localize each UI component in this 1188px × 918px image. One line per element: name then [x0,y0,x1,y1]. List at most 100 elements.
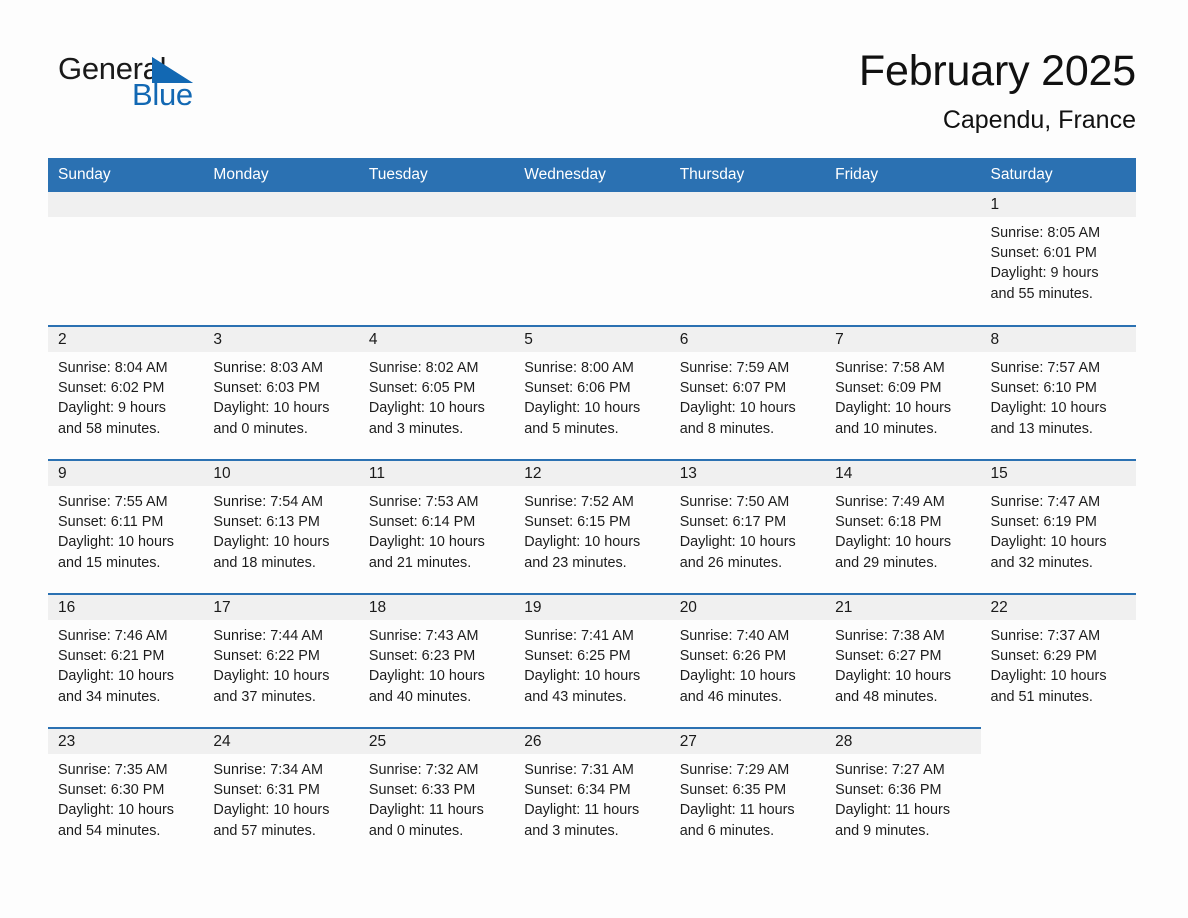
detail-daylight-line1: Daylight: 10 hours [835,400,952,417]
calendar-day-cell[interactable]: 28 Sunrise: 7:27 AM Sunset: 6:36 PM Dayligh… [825,727,981,862]
calendar-cell-empty [48,192,204,326]
calendar-day-cell[interactable]: 11 Sunrise: 7:53 AM Sunset: 6:14 PM Dayligh… [358,459,515,594]
weekday-header-saturday: Saturday [980,158,1136,192]
detail-daylight-line2: and 51 minutes. [990,688,1093,705]
calendar-day-cell[interactable]: 12 Sunrise: 7:52 AM Sunset: 6:15 PM Dayligh… [514,459,670,594]
detail-daylight-line2: and 40 minutes. [368,688,472,705]
calendar-day-cell[interactable]: 27 Sunrise: 7:29 AM Sunset: 6:35 PM Dayligh… [669,727,826,862]
day-number: 23 [48,729,204,754]
calendar-week-row: 23 Sunrise: 7:35 AM Sunset: 6:30 PM Dayligh… [48,727,1136,862]
calendar-day-cell[interactable]: 6 Sunrise: 7:59 AM Sunset: 6:07 PM Daylight… [669,325,826,460]
calendar-day-cell[interactable]: 22 Sunrise: 7:37 AM Sunset: 6:29 PM Dayligh… [980,593,1136,728]
detail-daylight-line2: and 0 minutes. [213,420,308,437]
calendar-day-cell[interactable]: 13 Sunrise: 7:50 AM Sunset: 6:17 PM Dayligh… [669,459,826,594]
day-cell-inner [669,192,826,325]
calendar-body: 1 Sunrise: 8:05 AM Sunset: 6:01 PM Daylight… [48,192,1136,862]
calendar-week-row: 2 Sunrise: 8:04 AM Sunset: 6:02 PM Daylight… [48,325,1136,460]
detail-sunrise: Sunrise: 8:00 AM [524,360,634,376]
detail-daylight-line1: Daylight: 10 hours [990,534,1107,551]
calendar-header-row: Sunday Monday Tuesday Wednesday Thursday… [48,158,1136,192]
detail-sunset: Sunset: 6:25 PM [524,648,631,665]
calendar-day-cell[interactable]: 5 Sunrise: 8:00 AM Sunset: 6:06 PM Daylight… [514,325,670,460]
calendar-day-cell[interactable]: 24 Sunrise: 7:34 AM Sunset: 6:31 PM Dayligh… [203,727,359,862]
detail-daylight-line2: and 58 minutes. [58,420,161,437]
day-details: Sunrise: 7:46 AM Sunset: 6:21 PM Daylight:… [48,620,203,707]
detail-sunset: Sunset: 6:06 PM [524,380,631,397]
weekday-header-monday: Monday [203,158,359,192]
detail-daylight-line1: Daylight: 10 hours [679,400,796,417]
calendar-day-cell[interactable]: 14 Sunrise: 7:49 AM Sunset: 6:18 PM Dayligh… [825,459,981,594]
detail-daylight-line2: and 3 minutes. [524,822,619,839]
calendar-day-cell[interactable]: 21 Sunrise: 7:38 AM Sunset: 6:27 PM Dayligh… [825,593,981,728]
day-details: Sunrise: 7:58 AM Sunset: 6:09 PM Daylight:… [825,352,980,439]
day-details: Sunrise: 7:29 AM Sunset: 6:35 PM Daylight:… [670,754,825,841]
calendar-day-cell[interactable]: 2 Sunrise: 8:04 AM Sunset: 6:02 PM Daylight… [48,325,204,460]
calendar-day-cell[interactable]: 10 Sunrise: 7:54 AM Sunset: 6:13 PM Dayligh… [203,459,359,594]
day-number: 8 [980,327,1136,352]
detail-daylight-line2: and 57 minutes. [213,822,316,839]
day-cell-inner [358,192,515,325]
calendar-cell-empty [514,192,670,326]
calendar-day-cell[interactable]: 17 Sunrise: 7:44 AM Sunset: 6:22 PM Dayligh… [203,593,359,728]
title-block: February 2025 Capendu, France [859,46,1136,136]
detail-daylight-line1: Daylight: 10 hours [524,668,641,685]
detail-sunrise: Sunrise: 7:55 AM [58,494,168,510]
day-number [514,192,670,217]
day-cell-inner [980,728,1136,862]
day-cell-inner: 25 Sunrise: 7:32 AM Sunset: 6:33 PM Dayligh… [358,729,515,862]
day-number: 6 [669,327,826,352]
day-cell-inner: 19 Sunrise: 7:41 AM Sunset: 6:25 PM Dayligh… [514,595,670,727]
detail-daylight-line2: and 10 minutes. [835,420,938,437]
detail-daylight-line1: Daylight: 10 hours [213,400,330,417]
calendar-day-cell[interactable]: 1 Sunrise: 8:05 AM Sunset: 6:01 PM Daylight… [980,192,1136,326]
detail-daylight-line1: Daylight: 11 hours [524,802,640,819]
calendar-day-cell[interactable]: 15 Sunrise: 7:47 AM Sunset: 6:19 PM Dayligh… [980,459,1136,594]
day-number [203,192,359,217]
detail-daylight-line1: Daylight: 10 hours [58,802,174,819]
detail-sunset: Sunset: 6:05 PM [368,380,476,397]
day-cell-inner: 24 Sunrise: 7:34 AM Sunset: 6:31 PM Dayligh… [203,729,359,862]
calendar-day-cell[interactable]: 23 Sunrise: 7:35 AM Sunset: 6:30 PM Dayligh… [48,727,204,862]
calendar-day-cell[interactable]: 18 Sunrise: 7:43 AM Sunset: 6:23 PM Dayligh… [358,593,515,728]
day-number: 1 [980,192,1136,217]
detail-daylight-line1: Daylight: 11 hours [835,802,951,819]
calendar-day-cell[interactable]: 16 Sunrise: 7:46 AM Sunset: 6:21 PM Dayligh… [48,593,204,728]
day-cell-inner: 17 Sunrise: 7:44 AM Sunset: 6:22 PM Dayligh… [203,595,359,727]
page-title: February 2025 [858,47,1136,95]
day-cell-inner: 16 Sunrise: 7:46 AM Sunset: 6:21 PM Dayligh… [48,595,204,727]
general-blue-logo[interactable]: General Blue [58,52,208,114]
day-details: Sunrise: 7:47 AM Sunset: 6:19 PM Daylight:… [981,486,1136,573]
detail-sunrise: Sunrise: 7:32 AM [368,762,479,778]
detail-daylight-line1: Daylight: 10 hours [679,534,796,551]
calendar-day-cell[interactable]: 3 Sunrise: 8:03 AM Sunset: 6:03 PM Daylight… [203,325,359,460]
calendar-day-cell[interactable]: 25 Sunrise: 7:32 AM Sunset: 6:33 PM Dayligh… [358,727,515,862]
detail-daylight-line2: and 54 minutes. [58,822,161,839]
calendar-day-cell[interactable]: 7 Sunrise: 7:58 AM Sunset: 6:09 PM Daylight… [825,325,981,460]
calendar-day-cell[interactable]: 19 Sunrise: 7:41 AM Sunset: 6:25 PM Dayligh… [514,593,670,728]
detail-sunrise: Sunrise: 8:03 AM [213,360,324,376]
detail-sunrise: Sunrise: 7:34 AM [213,762,324,778]
day-cell-inner [514,192,670,325]
calendar-day-cell[interactable]: 9 Sunrise: 7:55 AM Sunset: 6:11 PM Daylight… [48,459,204,594]
logo-text-blue: Blue [132,77,193,112]
calendar-day-cell[interactable]: 20 Sunrise: 7:40 AM Sunset: 6:26 PM Dayligh… [669,593,826,728]
day-number: 12 [514,461,670,486]
day-number: 15 [980,461,1136,486]
day-number: 17 [203,595,359,620]
calendar-day-cell[interactable]: 4 Sunrise: 8:02 AM Sunset: 6:05 PM Daylight… [358,325,515,460]
detail-daylight-line2: and 29 minutes. [835,554,938,571]
day-number: 21 [825,595,981,620]
calendar-day-cell[interactable]: 8 Sunrise: 7:57 AM Sunset: 6:10 PM Daylight… [980,325,1136,460]
day-cell-inner: 15 Sunrise: 7:47 AM Sunset: 6:19 PM Dayligh… [980,461,1136,593]
day-number: 5 [514,327,670,352]
day-cell-inner: 8 Sunrise: 7:57 AM Sunset: 6:10 PM Daylight… [980,327,1136,459]
detail-daylight-line2: and 46 minutes. [679,688,783,705]
page-header: General Blue February 2025 Capendu, Fran… [0,0,1188,134]
day-number: 14 [825,461,981,486]
detail-daylight-line1: Daylight: 10 hours [524,400,641,417]
detail-sunrise: Sunrise: 7:58 AM [835,360,945,376]
detail-daylight-line1: Daylight: 11 hours [679,802,795,819]
detail-sunrise: Sunrise: 7:44 AM [213,628,324,644]
calendar-day-cell[interactable]: 26 Sunrise: 7:31 AM Sunset: 6:34 PM Dayligh… [514,727,670,862]
detail-daylight-line2: and 26 minutes. [679,554,783,571]
